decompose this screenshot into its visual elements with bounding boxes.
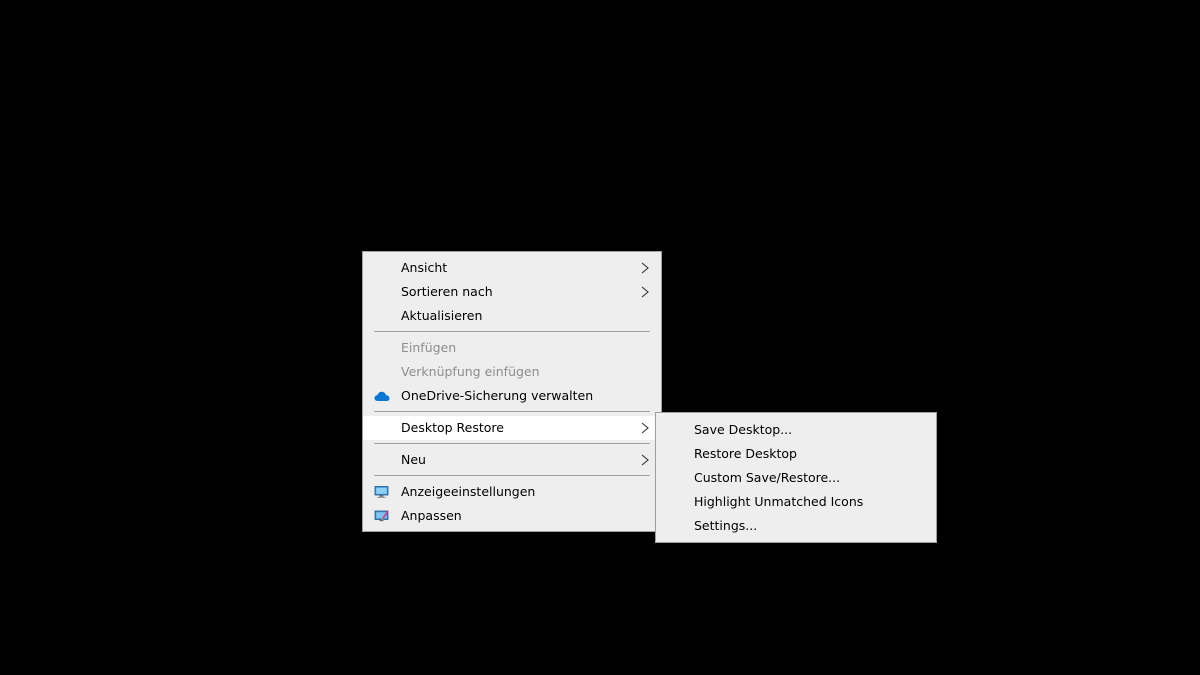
- menu-item-label: Verknüpfung einfügen: [401, 364, 540, 379]
- menu-item-label: Einfügen: [401, 340, 457, 355]
- chevron-right-icon: [641, 422, 649, 434]
- menu-item-anzeigeeinstellungen[interactable]: Anzeigeeinstellungen: [363, 480, 661, 504]
- menu-separator: [374, 331, 650, 332]
- submenu-item-save-desktop[interactable]: Save Desktop...: [656, 418, 936, 442]
- menu-item-label: Desktop Restore: [401, 420, 504, 435]
- menu-item-neu[interactable]: Neu: [363, 448, 661, 472]
- menu-item-label: Settings...: [694, 518, 758, 533]
- menu-separator: [374, 443, 650, 444]
- menu-item-label: Sortieren nach: [401, 284, 493, 299]
- menu-item-label: Aktualisieren: [401, 308, 483, 323]
- chevron-right-icon: [641, 286, 649, 298]
- chevron-right-icon: [641, 262, 649, 274]
- onedrive-cloud-icon: [374, 391, 390, 401]
- menu-item-onedrive-sicherung[interactable]: OneDrive-Sicherung verwalten: [363, 384, 661, 408]
- menu-item-label: Highlight Unmatched Icons: [694, 494, 864, 509]
- submenu-item-settings[interactable]: Settings...: [656, 514, 936, 538]
- desktop-background[interactable]: Ansicht Sortieren nach Aktualisieren Ein…: [0, 0, 1200, 675]
- personalize-icon: [374, 510, 389, 522]
- menu-item-verknuepfung-einfuegen[interactable]: Verknüpfung einfügen: [363, 360, 661, 384]
- menu-item-label: Anpassen: [401, 508, 462, 523]
- menu-item-desktop-restore[interactable]: Desktop Restore: [363, 416, 661, 440]
- chevron-right-icon: [641, 454, 649, 466]
- menu-item-anpassen[interactable]: Anpassen: [363, 504, 661, 528]
- menu-item-einfuegen[interactable]: Einfügen: [363, 336, 661, 360]
- menu-item-label: Anzeigeeinstellungen: [401, 484, 536, 499]
- desktop-restore-submenu: Save Desktop... Restore Desktop Custom S…: [655, 412, 937, 543]
- menu-item-label: Restore Desktop: [694, 446, 797, 461]
- menu-item-label: OneDrive-Sicherung verwalten: [401, 388, 594, 403]
- submenu-item-restore-desktop[interactable]: Restore Desktop: [656, 442, 936, 466]
- menu-item-label: Save Desktop...: [694, 422, 793, 437]
- menu-item-ansicht[interactable]: Ansicht: [363, 256, 661, 280]
- menu-item-label: Custom Save/Restore...: [694, 470, 841, 485]
- menu-item-label: Neu: [401, 452, 426, 467]
- menu-item-aktualisieren[interactable]: Aktualisieren: [363, 304, 661, 328]
- menu-item-label: Ansicht: [401, 260, 448, 275]
- submenu-item-custom-save-restore[interactable]: Custom Save/Restore...: [656, 466, 936, 490]
- menu-item-sortieren-nach[interactable]: Sortieren nach: [363, 280, 661, 304]
- submenu-item-highlight-unmatched-icons[interactable]: Highlight Unmatched Icons: [656, 490, 936, 514]
- display-settings-icon: [374, 486, 389, 498]
- desktop-context-menu: Ansicht Sortieren nach Aktualisieren Ein…: [362, 251, 662, 532]
- menu-separator: [374, 475, 650, 476]
- menu-separator: [374, 411, 650, 412]
